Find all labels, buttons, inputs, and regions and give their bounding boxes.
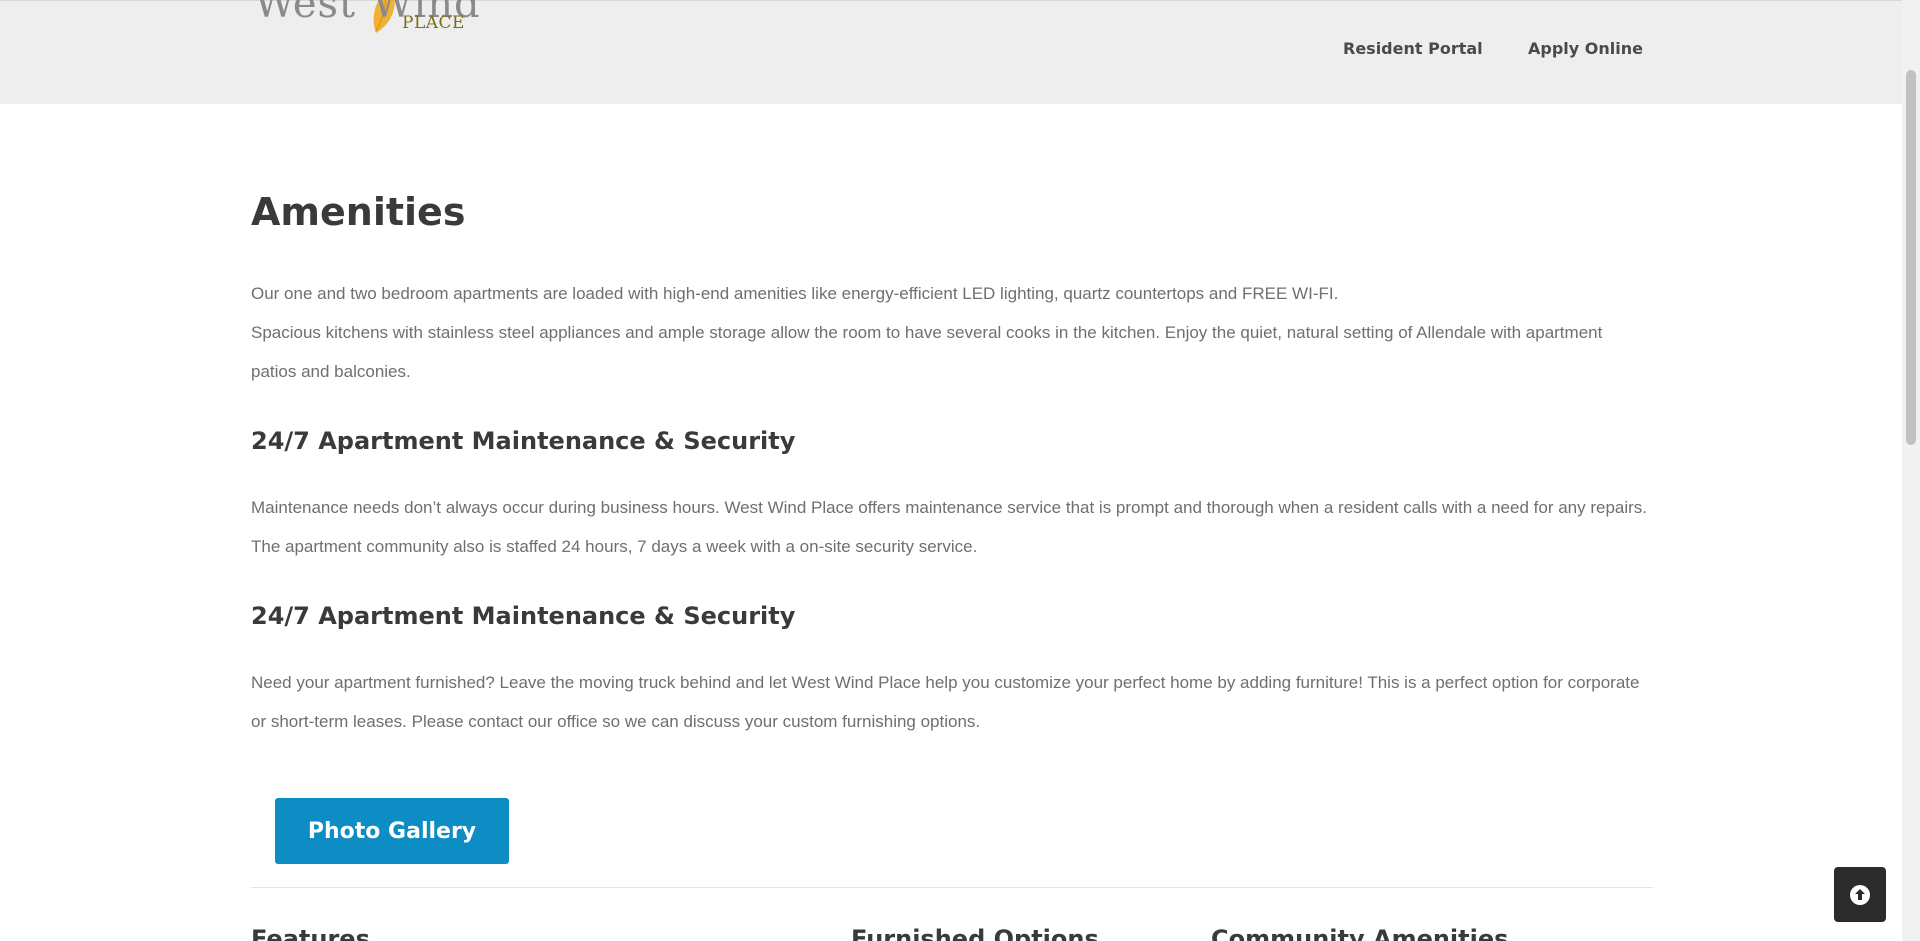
nav-apply-online[interactable]: Apply Online — [1528, 39, 1643, 58]
intro-paragraph-line2: Spacious kitchens with stainless steel a… — [251, 323, 1603, 381]
section-heading-furnished: 24/7 Apartment Maintenance & Security — [251, 602, 796, 630]
footer-heading-community-amenities: Community Amenities — [1211, 925, 1509, 941]
vertical-scrollbar[interactable] — [1902, 0, 1920, 941]
page-title: Amenities — [251, 190, 466, 234]
section-body-maintenance: Maintenance needs don’t always occur dur… — [251, 498, 1648, 556]
section-body-furnished: Need your apartment furnished? Leave the… — [251, 673, 1640, 731]
logo-word-west: West — [254, 0, 357, 27]
nav-resident-portal[interactable]: Resident Portal — [1343, 39, 1483, 58]
divider — [251, 887, 1653, 888]
photo-gallery-button[interactable]: Photo Gallery — [275, 798, 509, 864]
site-header: West Wind PLACE Resident Portal Apply On… — [0, 0, 1902, 104]
arrow-circle-up-icon — [1850, 884, 1870, 905]
section-heading-maintenance: 24/7 Apartment Maintenance & Security — [251, 427, 796, 455]
scroll-to-top-button[interactable] — [1834, 867, 1886, 922]
intro-paragraph-line1: Our one and two bedroom apartments are l… — [251, 284, 1339, 303]
logo-word-place: PLACE — [402, 13, 465, 33]
footer-heading-furnished-options: Furnished Options — [851, 925, 1099, 941]
site-logo[interactable]: West Wind PLACE — [254, 0, 514, 37]
footer-heading-features: Features — [251, 925, 370, 941]
scrollbar-thumb[interactable] — [1906, 70, 1916, 445]
